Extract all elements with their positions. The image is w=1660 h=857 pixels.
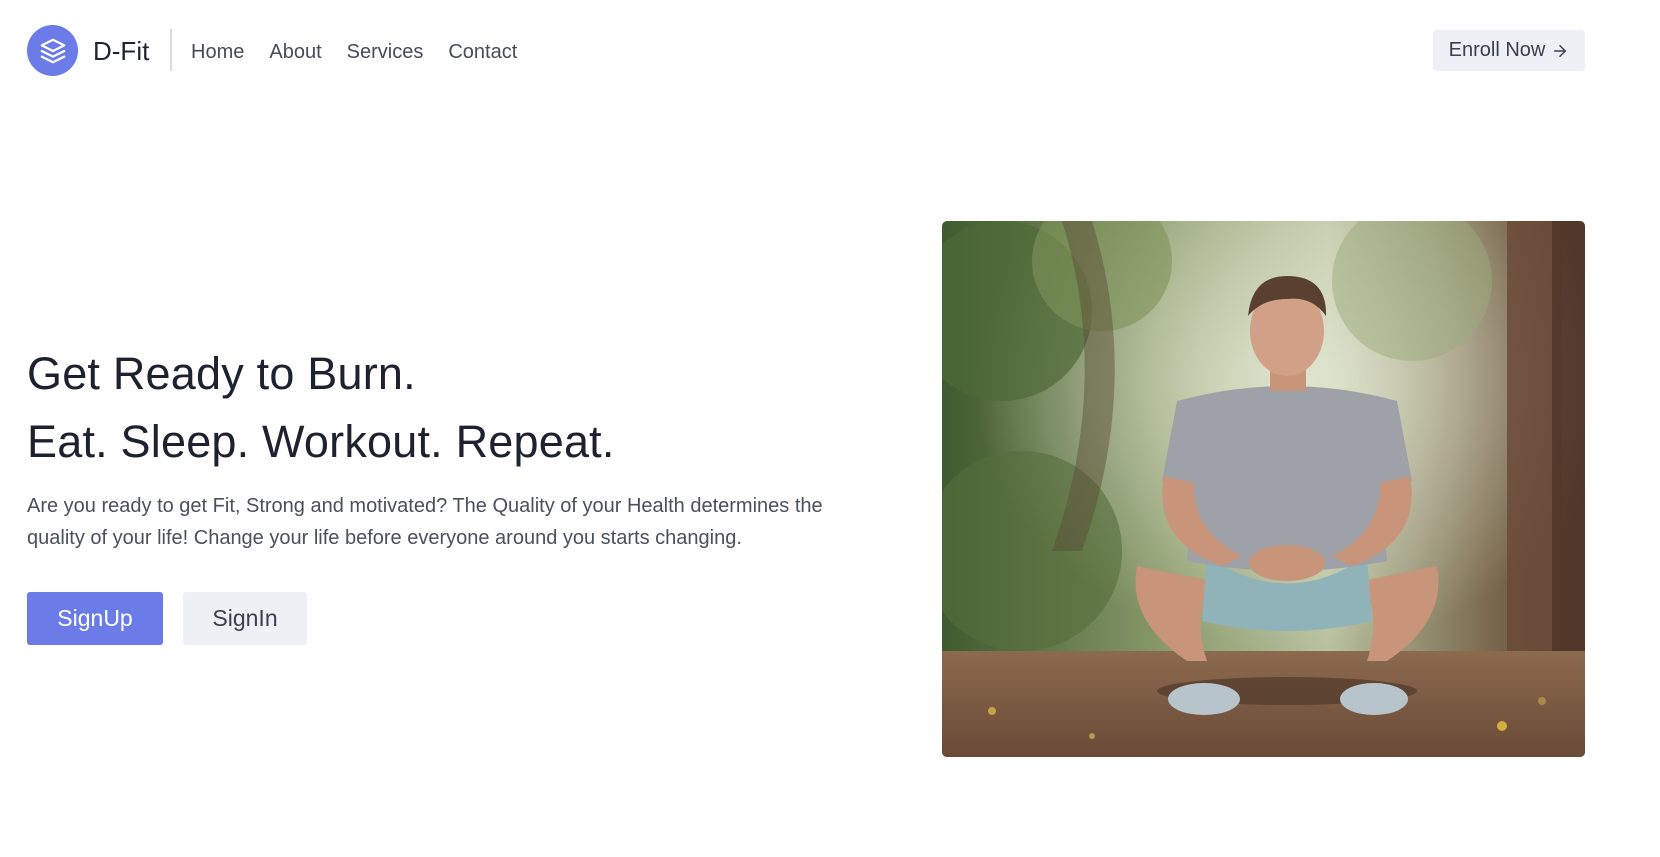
hero-title: Get Ready to Burn. Eat. Sleep. Workout. … [27,340,615,476]
hero-description-line-1: Are you ready to get Fit, Strong and mot… [27,495,823,517]
hero-title-line-2: Eat. Sleep. Workout. Repeat. [27,416,615,467]
hero-image [942,221,1585,757]
brand-name[interactable]: D-Fit [93,36,149,66]
nav-contact[interactable]: Contact [448,38,517,66]
header-divider [170,29,172,71]
hero-description: Are you ready to get Fit, Strong and mot… [27,490,847,554]
enroll-now-button[interactable]: Enroll Now [1433,30,1585,71]
arrow-right-icon [1551,42,1569,60]
layers-icon [40,38,65,63]
site-header: D-Fit Home About Services Contact Enroll… [0,0,1660,104]
main-nav: Home About Services Contact [191,38,542,66]
nav-services[interactable]: Services [347,38,424,66]
hero-description-line-2: quality of your life! Change your life b… [27,527,742,549]
signin-button[interactable]: SignIn [183,592,307,645]
hero-title-line-1: Get Ready to Burn. [27,348,416,399]
nav-about[interactable]: About [269,38,321,66]
nav-home[interactable]: Home [191,38,244,66]
enroll-now-label: Enroll Now [1448,39,1546,61]
signup-button[interactable]: SignUp [27,592,163,645]
logo[interactable] [27,25,78,76]
